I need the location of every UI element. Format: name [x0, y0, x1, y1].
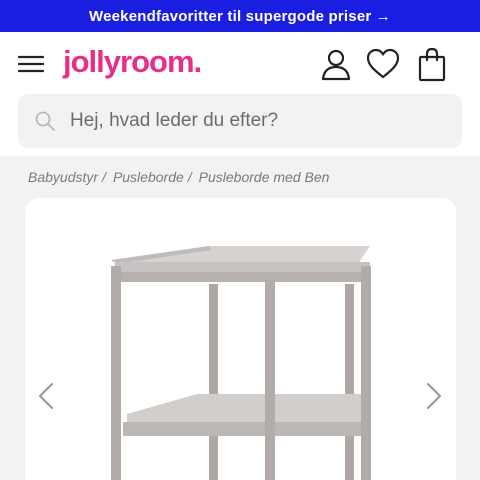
breadcrumb-item-pusleborde[interactable]: Pusleborde — [113, 169, 184, 185]
breadcrumb-item-pusleborde-med-ben[interactable]: Pusleborde med Ben — [199, 169, 330, 185]
account-icon[interactable] — [318, 46, 354, 82]
jollyroom-logo[interactable]: jollyroom. — [63, 44, 202, 80]
shopping-bag-icon[interactable] — [414, 46, 450, 82]
promo-banner-text: Weekendfavoritter til supergode priser → — [89, 7, 391, 25]
site-header: jollyroom. — [0, 32, 480, 98]
breadcrumb-separator: / — [102, 169, 106, 185]
search-bar[interactable] — [18, 94, 462, 148]
chevron-right-icon[interactable] — [423, 380, 445, 412]
search-icon — [35, 111, 55, 131]
promo-banner[interactable]: Weekendfavoritter til supergode priser → — [0, 0, 480, 32]
breadcrumb-separator: / — [187, 169, 192, 185]
hamburger-menu-icon[interactable] — [18, 52, 44, 76]
chevron-left-icon[interactable] — [35, 380, 57, 412]
heart-icon[interactable] — [365, 46, 401, 82]
product-image-gallery — [25, 198, 456, 480]
breadcrumb-item-babyudstyr[interactable]: Babyudstyr — [28, 169, 98, 185]
search-input[interactable] — [70, 110, 430, 132]
breadcrumb: Babyudstyr / Pusleborde / Pusleborde med… — [28, 169, 329, 185]
product-image[interactable] — [105, 244, 375, 480]
